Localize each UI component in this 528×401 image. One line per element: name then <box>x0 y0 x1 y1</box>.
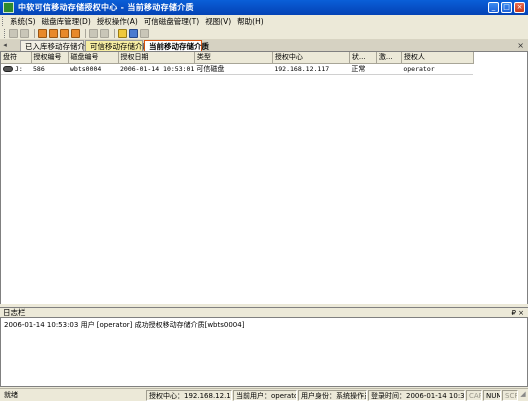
cell-status: 正常 <box>349 63 377 75</box>
status-login-time: 登录时间：2006-01-14 10:34:59 <box>368 389 465 401</box>
new-icon[interactable] <box>9 28 18 38</box>
drive-letter: J: <box>15 64 23 73</box>
table-row[interactable]: J: 586 wbts0004 2006-01-14 10:53:01 可信磁盘… <box>1 63 474 75</box>
menu-disk-library[interactable]: 磁盘库管理(D) <box>39 16 94 27</box>
col-auth-number[interactable]: 授权编号 <box>31 52 69 64</box>
status-cap: CAP <box>466 389 482 401</box>
open-icon[interactable] <box>20 28 29 38</box>
media-grid: 盘符 授权编号 磁盘编号 授权日期 类型 授权中心 状... 激... 授权人 … <box>0 52 528 304</box>
menu-help[interactable]: 帮助(H) <box>234 16 267 27</box>
col-auth-center[interactable]: 授权中心 <box>272 52 350 64</box>
cell-auth-number: 586 <box>31 63 68 75</box>
register-disk-icon[interactable] <box>49 28 58 38</box>
status-num: NUM <box>483 389 501 401</box>
status-ready: 就绪 <box>4 390 18 399</box>
folder-icon[interactable] <box>118 28 127 38</box>
tab-close-icon[interactable]: × <box>517 40 524 51</box>
cell-auth-center: 192.168.12.117 <box>272 63 350 75</box>
tab-trusted-media[interactable]: 可信移动存储介质 <box>85 40 150 51</box>
status-scrl: SCRL <box>502 389 518 401</box>
toolbar-separator <box>85 28 86 38</box>
toolbar-grip[interactable] <box>4 28 6 38</box>
close-button[interactable]: × <box>514 2 525 13</box>
col-status[interactable]: 状... <box>349 52 377 64</box>
menu-grip[interactable] <box>2 16 4 26</box>
title-bar: 中软可信移动存储授权中心 - 当前移动存储介质 _ □ × <box>0 0 528 15</box>
revoke-icon[interactable] <box>71 28 80 38</box>
help-icon[interactable] <box>129 28 138 38</box>
cell-auth-date: 2006-01-14 10:53:01 <box>118 63 195 75</box>
resize-grip-icon[interactable]: ◢ <box>518 390 528 401</box>
log-panel-header: 日志栏 ₽ × <box>0 307 528 317</box>
tab-stored-media[interactable]: 已入库移动存储介质 <box>20 40 93 51</box>
log-entry: 2006-01-14 10:53:03 用户 [operator] 成功授权移动… <box>4 321 245 329</box>
menu-system[interactable]: 系统(S) <box>7 16 39 27</box>
tab-current-media[interactable]: 当前移动存储介质 <box>144 40 209 51</box>
cell-disk-number: wbts0004 <box>68 63 118 75</box>
toolbar-separator <box>114 28 115 38</box>
cell-type: 可信磁盘 <box>194 63 273 75</box>
media-table: 盘符 授权编号 磁盘编号 授权日期 类型 授权中心 状... 激... 授权人 … <box>1 52 474 75</box>
table-header-row: 盘符 授权编号 磁盘编号 授权日期 类型 授权中心 状... 激... 授权人 <box>1 52 474 64</box>
settings-icon[interactable] <box>89 28 98 38</box>
menu-bar: 系统(S) 磁盘库管理(D) 授权操作(A) 可信磁盘管理(T) 视图(V) 帮… <box>0 15 528 27</box>
col-authorizer[interactable]: 授权人 <box>401 52 474 64</box>
log-panel-title: 日志栏 <box>3 308 26 317</box>
maximize-button[interactable]: □ <box>501 2 512 13</box>
window-title: 中软可信移动存储授权中心 - 当前移动存储介质 <box>18 3 194 12</box>
menu-trusted-disk[interactable]: 可信磁盘管理(T) <box>141 16 202 27</box>
toolbar-separator <box>34 28 35 38</box>
tab-strip: ◂ 已入库移动存储介质 可信移动存储介质 当前移动存储介质 × <box>0 40 528 52</box>
col-drive[interactable]: 盘符 <box>1 52 32 64</box>
col-auth-date[interactable]: 授权日期 <box>118 52 195 64</box>
status-center: 授权中心：192.168.12.117 <box>146 389 232 401</box>
authorize-icon[interactable] <box>38 28 47 38</box>
cell-drive: J: <box>1 63 31 75</box>
app-icon <box>3 2 14 13</box>
status-bar: 就绪 授权中心：192.168.12.117 当前用户：operator 用户身… <box>0 388 528 401</box>
about-icon[interactable] <box>140 28 149 38</box>
col-disk-number[interactable]: 磁盘编号 <box>68 52 119 64</box>
refresh-icon[interactable] <box>100 28 109 38</box>
status-user: 当前用户：operator <box>233 389 297 401</box>
toolbar <box>0 27 528 40</box>
col-type[interactable]: 类型 <box>194 52 273 64</box>
menu-view[interactable]: 视图(V) <box>202 16 234 27</box>
tab-prev-icon[interactable]: ◂ <box>0 40 10 51</box>
col-activation[interactable]: 激... <box>376 52 402 64</box>
menu-authorize[interactable]: 授权操作(A) <box>94 16 141 27</box>
status-role: 用户身份：系统操作员 <box>298 389 367 401</box>
trusted-disk-icon[interactable] <box>60 28 69 38</box>
log-area[interactable]: 2006-01-14 10:53:03 用户 [operator] 成功授权移动… <box>0 317 528 387</box>
cell-activation <box>376 63 402 75</box>
disk-icon <box>3 65 13 72</box>
cell-authorizer: operator <box>401 63 474 75</box>
minimize-button[interactable]: _ <box>488 2 499 13</box>
